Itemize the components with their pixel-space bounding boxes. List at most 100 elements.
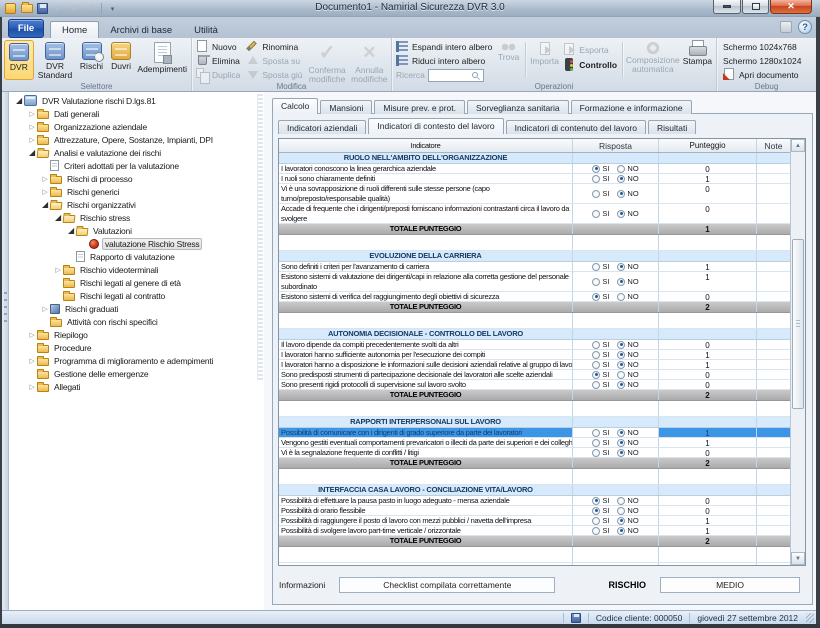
radio-si[interactable]: SI xyxy=(592,189,609,198)
scroll-up-button[interactable]: ▲ xyxy=(791,139,805,152)
note-cell[interactable] xyxy=(757,272,790,291)
tree-item-rischi-generici[interactable]: ▷Rischi generici xyxy=(10,185,257,198)
scroll-down-button[interactable]: ▼ xyxy=(791,552,805,565)
note-cell[interactable] xyxy=(757,526,790,535)
radio-si[interactable]: SI xyxy=(592,164,609,173)
adempimenti-button[interactable]: Adempimenti xyxy=(135,40,189,80)
expand-arrow-icon[interactable]: ▷ xyxy=(27,383,37,391)
dvr-standard-button[interactable]: DVR Standard xyxy=(34,40,77,80)
schermo-1024x768-button[interactable]: Schermo 1024x768 xyxy=(721,40,803,53)
scrollbar-thumb[interactable] xyxy=(792,239,804,409)
note-cell[interactable] xyxy=(757,292,790,301)
expand-arrow-icon[interactable]: ▷ xyxy=(27,136,37,144)
ribbon-tab-home[interactable]: Home xyxy=(50,21,99,38)
note-cell[interactable] xyxy=(757,428,790,437)
ricerca-input[interactable] xyxy=(429,70,471,80)
tab-formazione-e-informazione[interactable]: Formazione e informazione xyxy=(571,100,692,114)
trova-button[interactable]: Trova xyxy=(495,40,522,80)
indicator-row[interactable]: Possibilità di orario flessibileSINO0 xyxy=(279,506,790,516)
radio-no[interactable]: NO xyxy=(617,262,638,271)
tree-item-rischio-stress[interactable]: ◢Rischio stress xyxy=(10,211,257,224)
tree-item-dvr-valutazione-rischi-d-lgs-81[interactable]: ◢DVR Valutazione rischi D.lgs.81 xyxy=(10,94,257,107)
espandi-albero-button[interactable]: Espandi intero albero xyxy=(394,40,494,53)
tab-sorveglianza-sanitaria[interactable]: Sorveglianza sanitaria xyxy=(467,100,569,114)
rinomina-button[interactable]: Rinomina xyxy=(244,40,304,53)
radio-si[interactable]: SI xyxy=(592,526,609,535)
tab-calcolo[interactable]: Calcolo xyxy=(272,98,318,114)
note-cell[interactable] xyxy=(757,350,790,359)
radio-no[interactable]: NO xyxy=(617,506,638,515)
radio-no[interactable]: NO xyxy=(617,189,638,198)
indicator-row[interactable]: Vengono gestiti eventuali comportamenti … xyxy=(279,438,790,448)
annulla-modifiche-button[interactable]: ✕ Annulla modifiche xyxy=(350,40,389,80)
radio-no[interactable]: NO xyxy=(617,277,638,286)
radio-no[interactable]: NO xyxy=(617,496,638,505)
tree-item-analisi-e-valutazione-dei-rischi[interactable]: ◢Analisi e valutazione dei rischi xyxy=(10,146,257,159)
expand-arrow-icon[interactable]: ▷ xyxy=(40,305,50,313)
radio-si[interactable]: SI xyxy=(592,209,609,218)
radio-si[interactable]: SI xyxy=(592,516,609,525)
tree-item-organizzazione-aziendale[interactable]: ▷Organizzazione aziendale xyxy=(10,120,257,133)
indicator-row[interactable]: Esistono sistemi di valutazione dei diri… xyxy=(279,272,790,292)
file-menu-button[interactable]: File xyxy=(8,19,44,38)
radio-si[interactable]: SI xyxy=(592,370,609,379)
ribbon-tab-utilit[interactable]: Utilità xyxy=(183,22,229,38)
tree-item-rischi-di-processo[interactable]: ▷Rischi di processo xyxy=(10,172,257,185)
collapse-arrow-icon[interactable]: ◢ xyxy=(53,213,63,222)
ribbon-tab-archivi-di-base[interactable]: Archivi di base xyxy=(99,22,183,38)
tree-item-riepilogo[interactable]: ▷Riepilogo xyxy=(10,328,257,341)
sposta-giu-button[interactable]: Sposta giù xyxy=(244,68,304,81)
tree-item-programma-di-miglioramento-e-adempimenti[interactable]: ▷Programma di miglioramento e adempiment… xyxy=(10,354,257,367)
note-cell[interactable] xyxy=(757,184,790,203)
note-cell[interactable] xyxy=(757,448,790,457)
subtab-indicatori-di-contenuto-del-lavoro[interactable]: Indicatori di contenuto del lavoro xyxy=(506,120,646,134)
radio-si[interactable]: SI xyxy=(592,438,609,447)
indicator-row[interactable]: Sono predisposti strumenti di partecipaz… xyxy=(279,370,790,380)
subtab-indicatori-aziendali[interactable]: Indicatori aziendali xyxy=(278,120,366,134)
indicator-row[interactable]: Possibilità di comunicare con i dirigent… xyxy=(279,428,790,438)
indicator-row[interactable]: Accade di frequente che i dirigenti/prep… xyxy=(279,204,790,224)
esporta-button[interactable]: Esporta xyxy=(561,43,619,56)
radio-no[interactable]: NO xyxy=(617,448,638,457)
collapse-arrow-icon[interactable]: ◢ xyxy=(27,148,37,157)
subtab-indicatori-di-contesto-del-lavoro[interactable]: Indicatori di contesto del lavoro xyxy=(368,118,503,134)
note-cell[interactable] xyxy=(757,438,790,447)
note-cell[interactable] xyxy=(757,370,790,379)
indicator-row[interactable]: Possibilità di raggiungere il posto di l… xyxy=(279,516,790,526)
subtab-risultati[interactable]: Risultati xyxy=(648,120,696,134)
note-cell[interactable] xyxy=(757,164,790,173)
radio-si[interactable]: SI xyxy=(592,506,609,515)
tree-item-attrezzature-opere-sostanze-impianti-dpi[interactable]: ▷Attrezzature, Opere, Sostanze, Impianti… xyxy=(10,133,257,146)
radio-si[interactable]: SI xyxy=(592,292,609,301)
duvri-button[interactable]: Duvri xyxy=(107,40,136,80)
radio-no[interactable]: NO xyxy=(617,516,638,525)
radio-si[interactable]: SI xyxy=(592,380,609,389)
tab-mansioni[interactable]: Mansioni xyxy=(320,100,372,114)
tree-item-valutazioni[interactable]: ◢Valutazioni xyxy=(10,224,257,237)
maximize-button[interactable] xyxy=(742,0,769,14)
indicator-row[interactable]: Vi è la segnalazione frequente di confli… xyxy=(279,448,790,458)
tree-item-rischi-graduati[interactable]: ▷Rischi graduati xyxy=(10,302,257,315)
stampa-button[interactable]: Stampa xyxy=(681,40,714,80)
expand-arrow-icon[interactable]: ▷ xyxy=(27,110,37,118)
radio-no[interactable]: NO xyxy=(617,526,638,535)
tab-misure-prev-e-prot[interactable]: Misure prev. e prot. xyxy=(374,100,465,114)
radio-no[interactable]: NO xyxy=(617,350,638,359)
radio-si[interactable]: SI xyxy=(592,496,609,505)
tree-scrollbar[interactable] xyxy=(257,94,263,380)
note-cell[interactable] xyxy=(757,204,790,223)
importa-button[interactable]: Importa xyxy=(529,40,561,80)
tree-item-valutazione-rischio-stress[interactable]: valutazione Rischio Stress xyxy=(10,237,257,250)
tree-item-allegati[interactable]: ▷Allegati xyxy=(10,380,257,393)
expand-arrow-icon[interactable]: ▷ xyxy=(53,266,63,274)
indicator-row[interactable]: Possibilità di effettuare la pausa pasto… xyxy=(279,496,790,506)
tree-item-rischi-organizzativi[interactable]: ◢Rischi organizzativi xyxy=(10,198,257,211)
tree-item-attivit-con-rischi-specifici[interactable]: Attività con rischi specifici xyxy=(10,315,257,328)
radio-si[interactable]: SI xyxy=(592,277,609,286)
note-cell[interactable] xyxy=(757,340,790,349)
radio-no[interactable]: NO xyxy=(617,360,638,369)
radio-si[interactable]: SI xyxy=(592,360,609,369)
tree-item-criteri-adottati-per-la-valutazione[interactable]: Criteri adottati per la valutazione xyxy=(10,159,257,172)
close-button[interactable]: ✕ xyxy=(770,0,812,14)
collapse-arrow-icon[interactable]: ◢ xyxy=(14,96,24,105)
